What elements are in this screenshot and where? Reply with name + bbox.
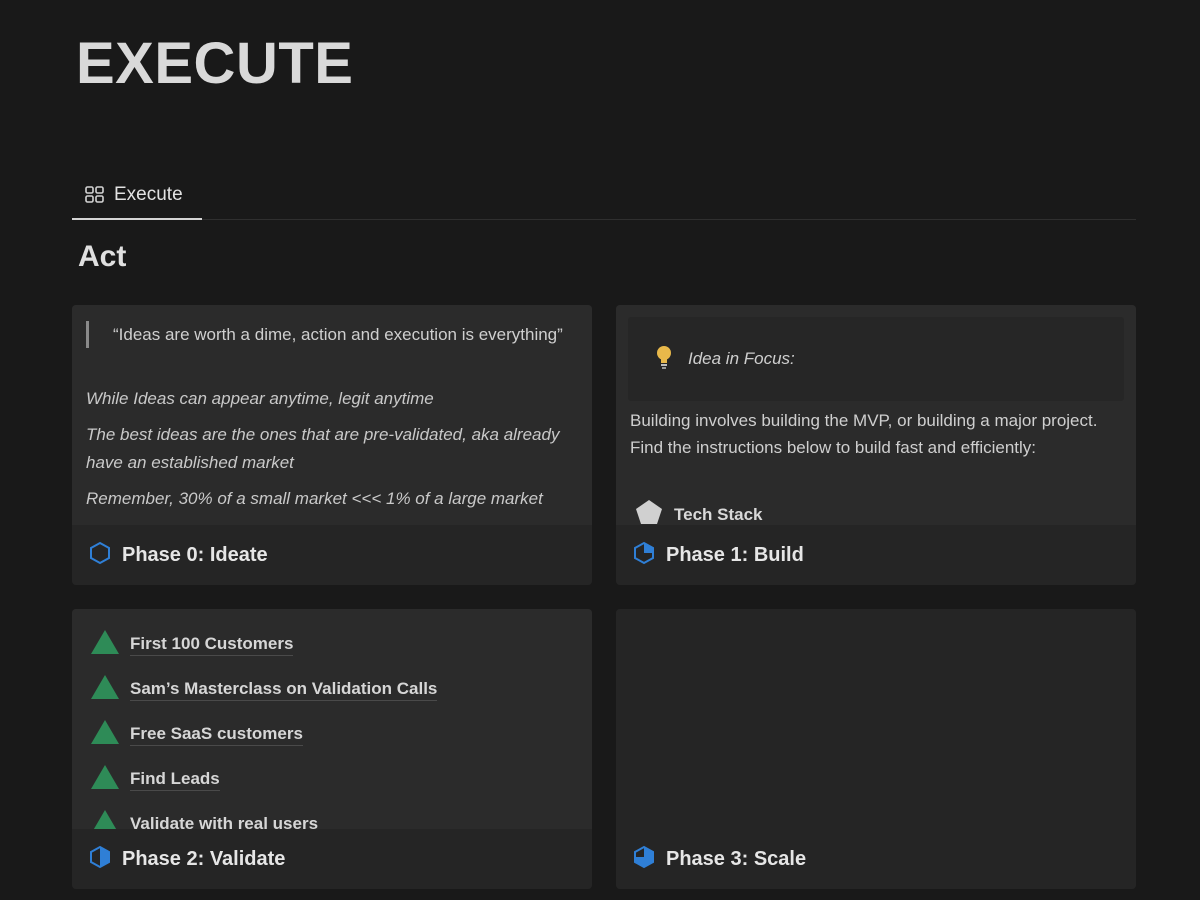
card-footer: Phase 0: Ideate: [72, 525, 592, 585]
quote-block: “Ideas are worth a dime, action and exec…: [86, 321, 566, 348]
green-triangle-icon: [90, 764, 120, 795]
list-item-label: First 100 Customers: [130, 634, 294, 656]
hexagon-outline-icon: [88, 541, 112, 570]
card-preview: Idea in Focus: Building involves buildin…: [616, 305, 1136, 525]
page: EXECUTE Execute Act “Ideas are worth a d…: [0, 0, 1200, 900]
green-triangle-icon: [90, 809, 120, 829]
preview-line: While Ideas can appear anytime, legit an…: [86, 389, 434, 408]
hexagon-quarter-icon: [632, 541, 656, 570]
gallery-card-phase-0[interactable]: “Ideas are worth a dime, action and exec…: [72, 305, 592, 585]
hexagon-half-icon: [88, 845, 112, 874]
card-preview: “Ideas are worth a dime, action and exec…: [72, 305, 592, 525]
green-triangle-icon: [90, 629, 120, 660]
list-item-label: Validate with real users: [130, 814, 318, 830]
card-footer: Phase 2: Validate: [72, 829, 592, 889]
gallery-card-phase-1[interactable]: Idea in Focus: Building involves buildin…: [616, 305, 1136, 585]
list-item-label: Sam’s Masterclass on Validation Calls: [130, 679, 438, 701]
list-item[interactable]: Free SaaS customers: [90, 719, 303, 750]
card-preview: [616, 609, 1136, 829]
callout-block: Idea in Focus:: [628, 317, 1124, 401]
card-footer: Phase 3: Scale: [616, 829, 1136, 889]
hexagon-threequarter-icon: [632, 845, 656, 874]
tab-execute[interactable]: Execute: [72, 172, 202, 220]
page-link[interactable]: Tech Stack: [634, 499, 763, 525]
gallery-card-phase-2[interactable]: First 100 Customers Sam’s Masterclass on…: [72, 609, 592, 889]
preview-body: Building involves building the MVP, or b…: [630, 411, 1098, 457]
list-item-label: Free SaaS customers: [130, 724, 303, 746]
card-title: Phase 3: Scale: [666, 847, 807, 870]
list-item[interactable]: Validate with real users: [90, 809, 318, 829]
card-title: Phase 0: Ideate: [122, 543, 268, 566]
preview-line: Remember, 30% of a small market <<< 1% o…: [86, 489, 543, 508]
lightbulb-icon: [654, 344, 674, 375]
card-footer: Phase 1: Build: [616, 525, 1136, 585]
tab-label: Execute: [114, 184, 183, 205]
card-preview: First 100 Customers Sam’s Masterclass on…: [72, 609, 592, 829]
card-title: Phase 1: Build: [666, 543, 804, 566]
section-heading: Act: [78, 240, 127, 273]
list-item[interactable]: Find Leads: [90, 764, 220, 795]
list-item[interactable]: Sam’s Masterclass on Validation Calls: [90, 674, 438, 705]
card-title: Phase 2: Validate: [122, 847, 286, 870]
green-triangle-icon: [90, 719, 120, 750]
pentagon-icon: [634, 499, 664, 525]
view-tabbar: Execute: [72, 172, 1136, 220]
callout-text: Idea in Focus:: [688, 349, 795, 368]
list-item[interactable]: First 100 Customers: [90, 629, 294, 660]
list-item-label: Find Leads: [130, 769, 220, 791]
link-label: Tech Stack: [674, 504, 763, 524]
preview-line: The best ideas are the ones that are pre…: [86, 425, 560, 472]
gallery-card-phase-3[interactable]: Phase 3: Scale: [616, 609, 1136, 889]
gallery-grid-icon: [84, 185, 106, 205]
page-title: EXECUTE: [76, 31, 354, 96]
green-triangle-icon: [90, 674, 120, 705]
